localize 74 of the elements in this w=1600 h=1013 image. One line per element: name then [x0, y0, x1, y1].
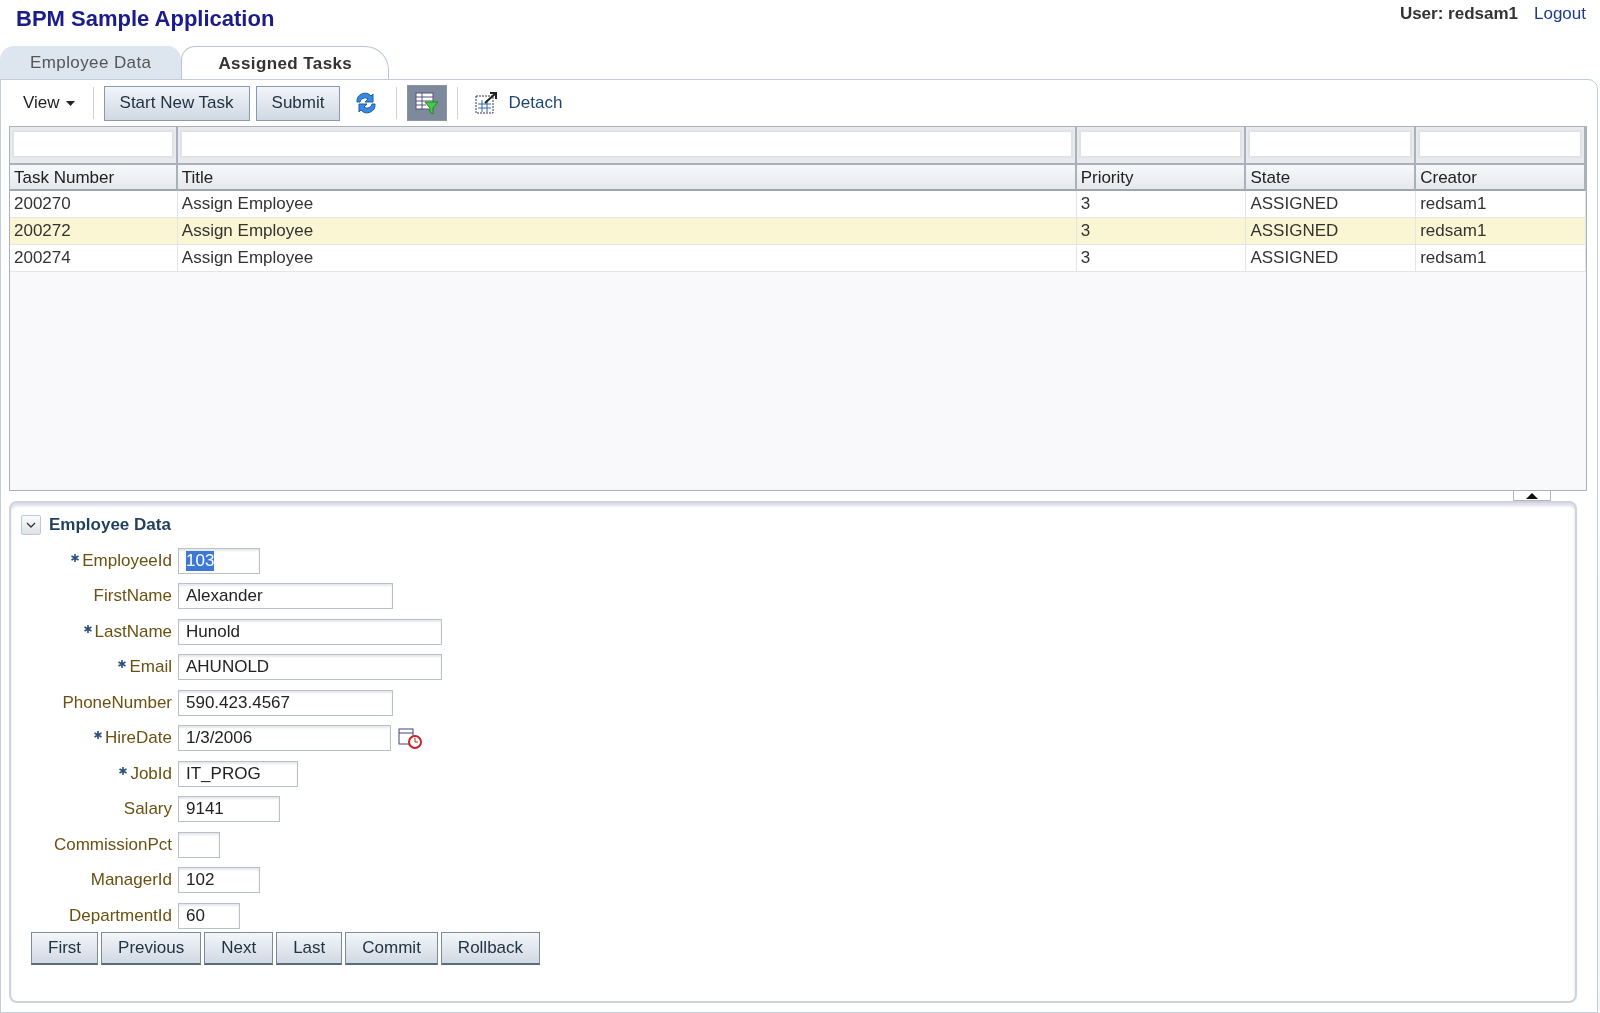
field-label: LastName	[94, 621, 172, 642]
input-field[interactable]: 102	[178, 867, 260, 894]
table-cell: redsam1	[1416, 245, 1586, 271]
chevron-icon	[26, 522, 36, 528]
filter-toggle[interactable]	[407, 85, 448, 121]
filter-field[interactable]	[1078, 130, 1243, 158]
toolbar-button[interactable]: Submit	[255, 85, 341, 121]
table-row[interactable]: 200272 Assign Employee 3 ASSIGNED redsam1	[10, 218, 1586, 245]
field-label: ManagerId	[90, 870, 172, 891]
caret-icon	[65, 100, 75, 106]
app-title: BPM Sample Application	[16, 6, 275, 32]
column-header[interactable]: Priority	[1076, 165, 1247, 191]
table-cell: 3	[1076, 218, 1247, 244]
column-header[interactable]: State	[1246, 165, 1417, 191]
input-field[interactable]	[178, 831, 220, 858]
tab[interactable]: Employee Data	[0, 46, 182, 80]
table-cell: 200274	[10, 245, 178, 271]
table-row[interactable]: 200270 Assign Employee 3 ASSIGNED redsam1	[10, 191, 1586, 218]
panel-title: Employee Data	[49, 515, 171, 535]
form-button[interactable]: Next	[204, 931, 274, 965]
form-button[interactable]: Rollback	[440, 931, 541, 965]
table-cell: ASSIGNED	[1246, 191, 1417, 217]
field-label: HireDate	[104, 728, 172, 749]
column-header[interactable]: Creator	[1416, 165, 1586, 191]
table-cell: Assign Employee	[177, 191, 1077, 217]
collapse-splitter-button[interactable]	[1513, 491, 1551, 501]
toolbar-button[interactable]: Start New Task	[103, 85, 250, 121]
input-field[interactable]: Alexander	[178, 583, 393, 610]
input-field[interactable]: 9141	[178, 796, 280, 823]
filter-field[interactable]	[179, 130, 1073, 158]
table-cell: Assign Employee	[177, 245, 1077, 271]
table-cell: redsam1	[1416, 191, 1586, 217]
column-header[interactable]: Task Number	[10, 165, 178, 191]
field-label: Salary	[123, 799, 172, 820]
disclosure-toggle[interactable]	[21, 515, 41, 535]
field-label: PhoneNumber	[62, 692, 172, 713]
tab[interactable]: Assigned Tasks	[181, 46, 390, 80]
form-button[interactable]: Commit	[345, 931, 438, 965]
table-cell: ASSIGNED	[1246, 245, 1417, 271]
table-cell: 200272	[10, 218, 178, 244]
form-button[interactable]: Previous	[101, 931, 202, 965]
input-field[interactable]: IT_PROG	[178, 760, 298, 787]
column-header[interactable]: Title	[177, 165, 1077, 191]
view-menu[interactable]: View	[15, 89, 83, 117]
input-field[interactable]: 103	[178, 547, 260, 574]
filter-field[interactable]	[1248, 130, 1413, 158]
field-label: CommissionPct	[53, 834, 172, 855]
field-label: DepartmentId	[69, 905, 172, 926]
input-field[interactable]: AHUNOLD	[178, 654, 442, 681]
table-row[interactable]: 200274 Assign Employee 3 ASSIGNED redsam1	[10, 245, 1586, 272]
detach-link[interactable]: Detach	[508, 93, 563, 113]
input-field[interactable]: 1/3/2006	[178, 725, 391, 752]
table-cell: redsam1	[1416, 218, 1586, 244]
field-label: FirstName	[93, 586, 172, 607]
logout-link[interactable]: Logout	[1534, 4, 1586, 24]
calendar-clock-icon[interactable]	[397, 726, 423, 751]
user-label: User: redsam1	[1399, 4, 1518, 24]
table-cell: 3	[1076, 245, 1247, 271]
table-cell: 3	[1076, 191, 1247, 217]
table-filter-icon	[414, 91, 441, 115]
input-field[interactable]: 590.423.4567	[178, 689, 393, 716]
filter-field[interactable]	[12, 130, 174, 158]
table-cell: Assign Employee	[177, 218, 1077, 244]
field-label: Email	[129, 657, 172, 678]
input-field[interactable]: Hunold	[178, 618, 442, 645]
table-cell: 200270	[10, 191, 178, 217]
field-label: JobId	[130, 763, 172, 784]
filter-field[interactable]	[1418, 130, 1582, 158]
field-label: EmployeeId	[82, 550, 172, 571]
form-button[interactable]: Last	[276, 931, 343, 965]
table-cell: ASSIGNED	[1246, 218, 1417, 244]
triangle-up-icon	[1526, 492, 1538, 499]
input-field[interactable]: 60	[178, 902, 240, 929]
form-button[interactable]: First	[31, 931, 99, 965]
